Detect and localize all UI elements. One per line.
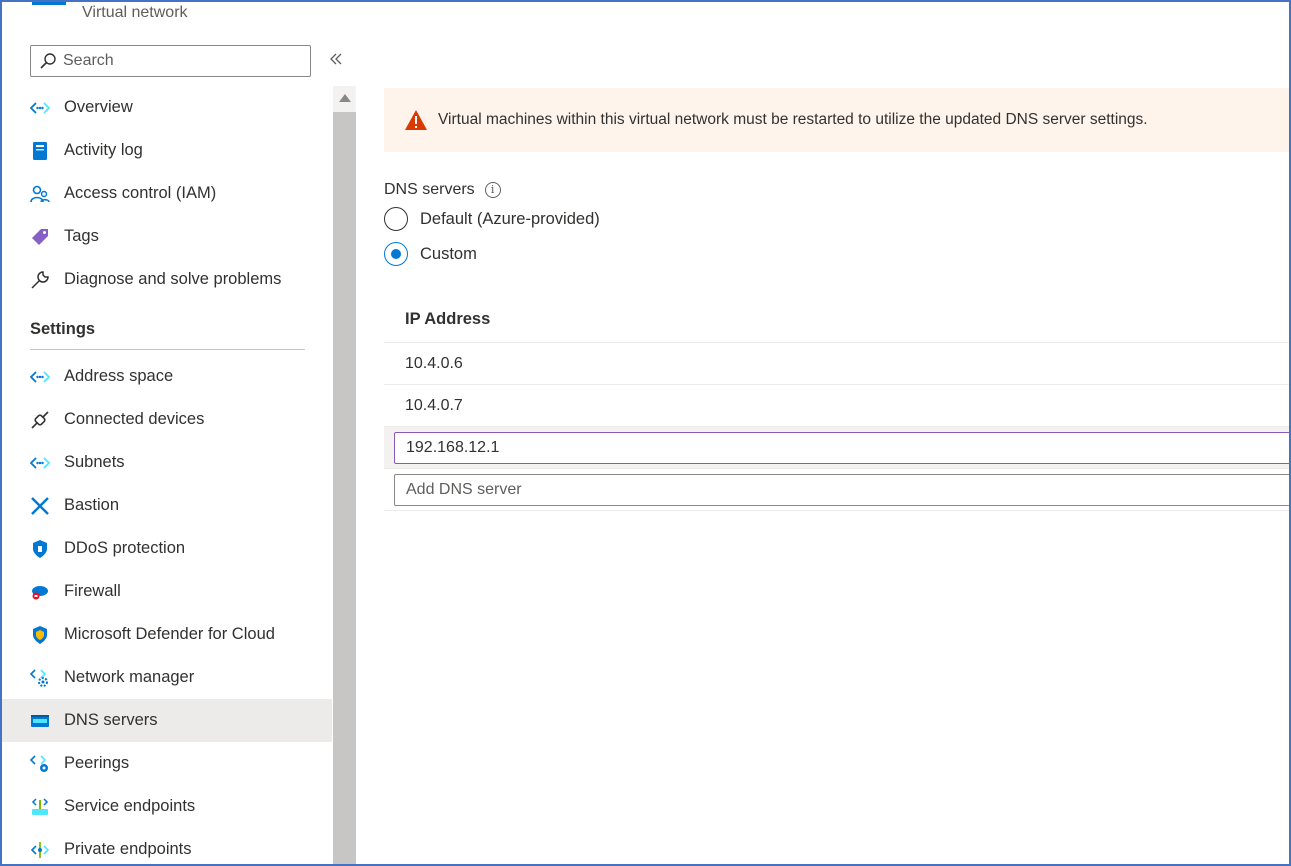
tag-icon <box>30 227 50 247</box>
table-row[interactable]: 10.4.0.7 <box>384 385 1289 427</box>
ip-address-cell: 10.4.0.7 <box>405 396 463 414</box>
settings-divider <box>30 349 305 350</box>
sidebar-item-label: Private endpoints <box>64 840 192 858</box>
bastion-icon <box>30 496 50 516</box>
sidebar-item-label: DNS servers <box>64 711 158 729</box>
sidebar-item-label: Service endpoints <box>64 797 196 815</box>
dns-servers-label-text: DNS servers <box>384 181 475 198</box>
sidebar-item-label: Connected devices <box>64 410 205 428</box>
dns-servers-label: DNS servers i <box>384 181 501 199</box>
table-row-editing[interactable] <box>384 427 1289 469</box>
sidebar-item-label: Tags <box>64 227 99 245</box>
warning-icon <box>405 110 427 130</box>
table-row[interactable]: 10.4.0.6 <box>384 343 1289 385</box>
resource-icon <box>32 2 66 5</box>
sidebar-item-label: Bastion <box>64 496 120 514</box>
scroll-up-button[interactable] <box>333 86 356 110</box>
radio-custom-circle[interactable] <box>384 242 408 266</box>
sidebar-item-private-endpoints[interactable]: Private endpoints <box>2 828 332 864</box>
double-chevron-left-icon <box>330 53 342 65</box>
network-manager-icon <box>30 668 50 688</box>
ip-address-input[interactable] <box>394 431 1289 464</box>
collapse-sidebar-button[interactable] <box>326 50 346 70</box>
sidebar-item-label: Activity log <box>64 141 143 159</box>
app-window: Virtual network Overview Activity log <box>0 0 1291 866</box>
radio-default-circle[interactable] <box>384 207 408 231</box>
peering-icon <box>30 754 50 774</box>
defender-icon <box>30 625 50 645</box>
column-header-ip-address: IP Address <box>384 296 1289 343</box>
dns-server-table: IP Address 10.4.0.6 10.4.0.7 <box>384 296 1289 511</box>
warning-text: Virtual machines within this virtual net… <box>438 111 1148 128</box>
firewall-icon <box>30 582 50 602</box>
vnet-icon <box>30 98 50 118</box>
sidebar-scrollbar[interactable] <box>333 86 356 864</box>
sidebar-item-bastion[interactable]: Bastion <box>2 484 332 527</box>
sidebar-item-label: Access control (IAM) <box>64 184 217 202</box>
table-row-add[interactable] <box>384 469 1289 511</box>
sidebar-item-access-control[interactable]: Access control (IAM) <box>2 172 332 215</box>
sidebar-item-label: DDoS protection <box>64 539 186 557</box>
sidebar-item-ddos-protection[interactable]: DDoS protection <box>2 527 332 570</box>
wrench-icon <box>30 270 50 290</box>
settings-heading: Settings <box>30 320 96 338</box>
sidebar-item-network-manager[interactable]: Network manager <box>2 656 332 699</box>
sidebar-item-address-space[interactable]: Address space <box>2 355 332 398</box>
scroll-thumb[interactable] <box>333 112 356 864</box>
sidebar-item-service-endpoints[interactable]: Service endpoints <box>2 785 332 828</box>
plug-icon <box>30 410 50 430</box>
shield-icon <box>30 539 50 559</box>
sidebar-item-dns-servers[interactable]: DNS servers <box>2 699 332 742</box>
private-endpoint-icon <box>30 840 50 860</box>
warning-banner: Virtual machines within this virtual net… <box>384 88 1289 152</box>
ip-address-cell: 10.4.0.6 <box>405 354 463 372</box>
sidebar-item-tags[interactable]: Tags <box>2 215 332 258</box>
sidebar-item-diagnose[interactable]: Diagnose and solve problems <box>2 258 332 301</box>
sidebar-item-label: Firewall <box>64 582 121 600</box>
sidebar-item-activity-log[interactable]: Activity log <box>2 129 332 172</box>
sidebar-item-label: Microsoft Defender for Cloud <box>64 625 275 643</box>
sidebar-item-label: Overview <box>64 98 133 116</box>
sidebar-item-label: Subnets <box>64 453 125 471</box>
info-icon[interactable]: i <box>484 182 501 198</box>
radio-default[interactable]: Default (Azure-provided) <box>384 207 600 231</box>
sidebar-item-label: Peerings <box>64 754 130 772</box>
dns-icon <box>30 711 50 731</box>
search-input[interactable] <box>63 52 303 70</box>
sidebar-item-firewall[interactable]: Firewall <box>2 570 332 613</box>
vnet-icon <box>30 453 50 473</box>
resource-type-label: Virtual network <box>82 4 188 21</box>
sidebar-item-connected-devices[interactable]: Connected devices <box>2 398 332 441</box>
add-dns-server-input[interactable] <box>394 473 1289 506</box>
iam-icon <box>30 184 50 204</box>
sidebar-item-subnets[interactable]: Subnets <box>2 441 332 484</box>
sidebar-item-defender[interactable]: Microsoft Defender for Cloud <box>2 613 332 656</box>
search-icon <box>40 53 56 69</box>
radio-custom[interactable]: Custom <box>384 242 477 266</box>
sidebar-item-peerings[interactable]: Peerings <box>2 742 332 785</box>
sidebar-item-label: Address space <box>64 367 174 385</box>
radio-custom-label: Custom <box>420 244 477 263</box>
sidebar-item-label: Network manager <box>64 668 195 686</box>
activity-log-icon <box>30 141 50 161</box>
sidebar-nav: Overview Activity log Access control (IA… <box>2 86 332 864</box>
sidebar-item-overview[interactable]: Overview <box>2 86 332 129</box>
vnet-icon <box>30 367 50 387</box>
radio-default-label: Default (Azure-provided) <box>420 209 600 228</box>
sidebar-item-label: Diagnose and solve problems <box>64 270 282 288</box>
search-box[interactable] <box>30 45 311 77</box>
caret-up-icon <box>338 94 351 102</box>
service-endpoint-icon <box>30 797 50 817</box>
